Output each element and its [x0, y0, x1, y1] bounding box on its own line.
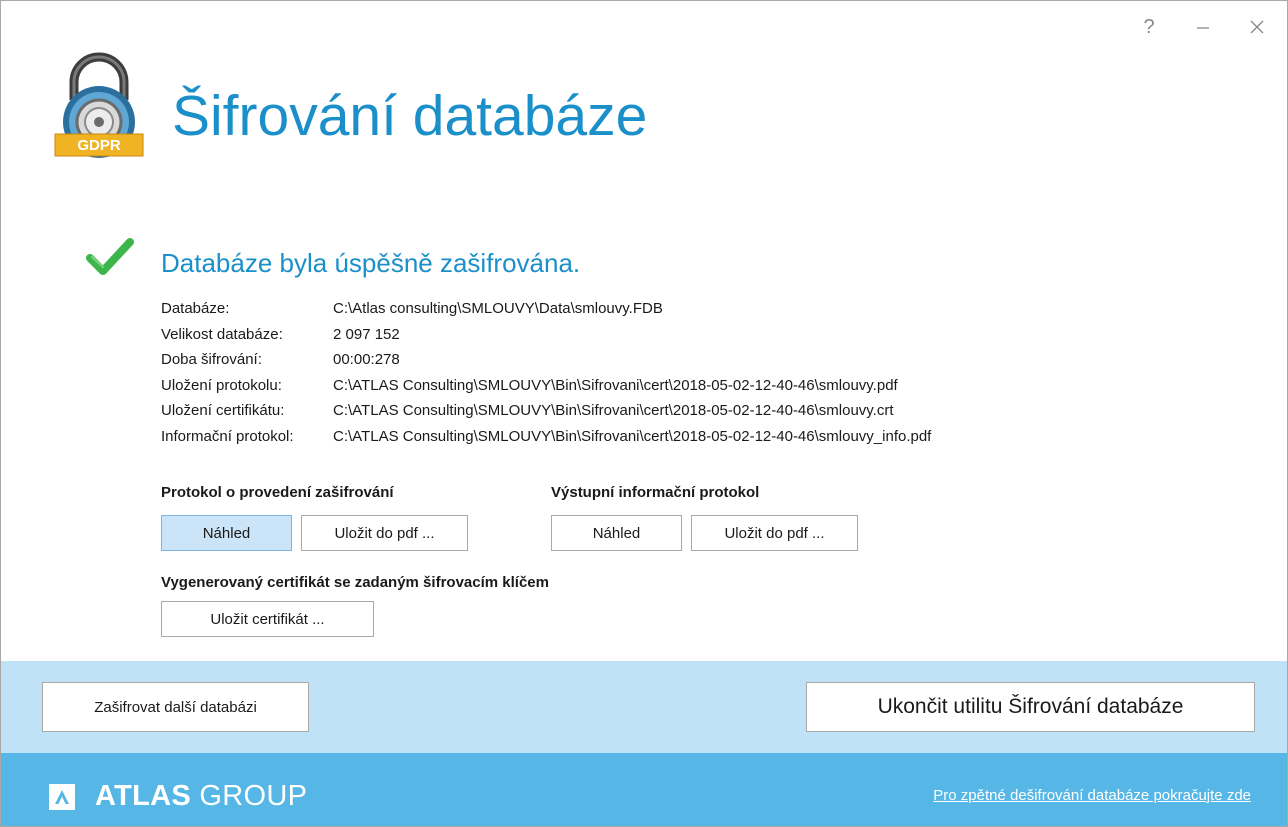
info-row-duration: Doba šifrování: 00:00:278 — [161, 347, 931, 373]
help-button[interactable]: ? — [1136, 14, 1162, 40]
protocol-section-heading: Protokol o provedení zašifrování — [161, 484, 394, 501]
info-protocol-section-heading: Výstupní informační protokol — [551, 484, 760, 501]
footer: ATLAS GROUP Pro zpětné dešifrování datab… — [1, 753, 1287, 826]
info-row-protocol-path: Uložení protokolu: C:\ATLAS Consulting\S… — [161, 373, 931, 399]
encrypt-another-button[interactable]: Zašifrovat další databázi — [42, 682, 309, 732]
save-certificate-button[interactable]: Uložit certifikát ... — [161, 601, 374, 637]
certificate-section-heading: Vygenerovaný certifikát se zadaným šifro… — [161, 574, 549, 591]
info-value: C:\Atlas consulting\SMLOUVY\Data\smlouvy… — [333, 300, 663, 318]
info-protocol-save-pdf-button[interactable]: Uložit do pdf ... — [691, 515, 858, 551]
info-protocol-preview-button[interactable]: Náhled — [551, 515, 682, 551]
info-label: Uložení protokolu: — [161, 376, 282, 394]
info-row-size: Velikost databáze: 2 097 152 — [161, 322, 931, 348]
info-row-info-protocol-path: Informační protokol: C:\ATLAS Consulting… — [161, 424, 931, 450]
gdpr-lock-logo: GDPR — [52, 52, 146, 160]
page-title: Šifrování databáze — [172, 84, 648, 148]
brand-bold-text: ATLAS — [95, 780, 192, 812]
protocol-preview-button[interactable]: Náhled — [161, 515, 292, 551]
result-details: Databáze: C:\Atlas consulting\SMLOUVY\Da… — [161, 296, 931, 449]
info-row-database: Databáze: C:\Atlas consulting\SMLOUVY\Da… — [161, 296, 931, 322]
info-row-certificate-path: Uložení certifikátu: C:\ATLAS Consulting… — [161, 398, 931, 424]
brand-regular-text: GROUP — [191, 780, 308, 812]
info-label: Uložení certifikátu: — [161, 402, 285, 420]
minimize-icon — [1197, 27, 1209, 29]
info-label: Doba šifrování: — [161, 351, 262, 369]
close-icon — [1250, 20, 1264, 34]
atlas-a-icon — [55, 790, 69, 804]
close-button[interactable] — [1244, 14, 1270, 40]
atlas-group-logo: ATLAS GROUP — [95, 780, 307, 813]
exit-utility-button[interactable]: Ukončit utilitu Šifrování databáze — [806, 682, 1255, 732]
info-label: Velikost databáze: — [161, 325, 283, 343]
info-value: 2 097 152 — [333, 325, 400, 343]
info-value: C:\ATLAS Consulting\SMLOUVY\Bin\Sifrovan… — [333, 427, 932, 445]
info-label: Databáze: — [161, 300, 230, 318]
window-controls: ? — [1136, 14, 1270, 40]
minimize-button[interactable] — [1190, 14, 1216, 40]
info-label: Informační protokol: — [161, 427, 294, 445]
padlock-icon: GDPR — [54, 52, 144, 158]
atlas-logo-icon — [49, 784, 75, 810]
status-message: Databáze byla úspěšně zašifrována. — [161, 248, 581, 278]
gdpr-badge-text: GDPR — [77, 137, 121, 154]
info-value: C:\ATLAS Consulting\SMLOUVY\Bin\Sifrovan… — [333, 376, 898, 394]
info-value: 00:00:278 — [333, 351, 400, 369]
help-icon: ? — [1143, 15, 1155, 38]
protocol-save-pdf-button[interactable]: Uložit do pdf ... — [301, 515, 468, 551]
checkmark-icon — [86, 238, 134, 275]
info-value: C:\ATLAS Consulting\SMLOUVY\Bin\Sifrovan… — [333, 402, 894, 420]
decrypt-link[interactable]: Pro zpětné dešifrování databáze pokračuj… — [933, 787, 1251, 804]
action-bar: Zašifrovat další databázi Ukončit utilit… — [1, 661, 1287, 753]
